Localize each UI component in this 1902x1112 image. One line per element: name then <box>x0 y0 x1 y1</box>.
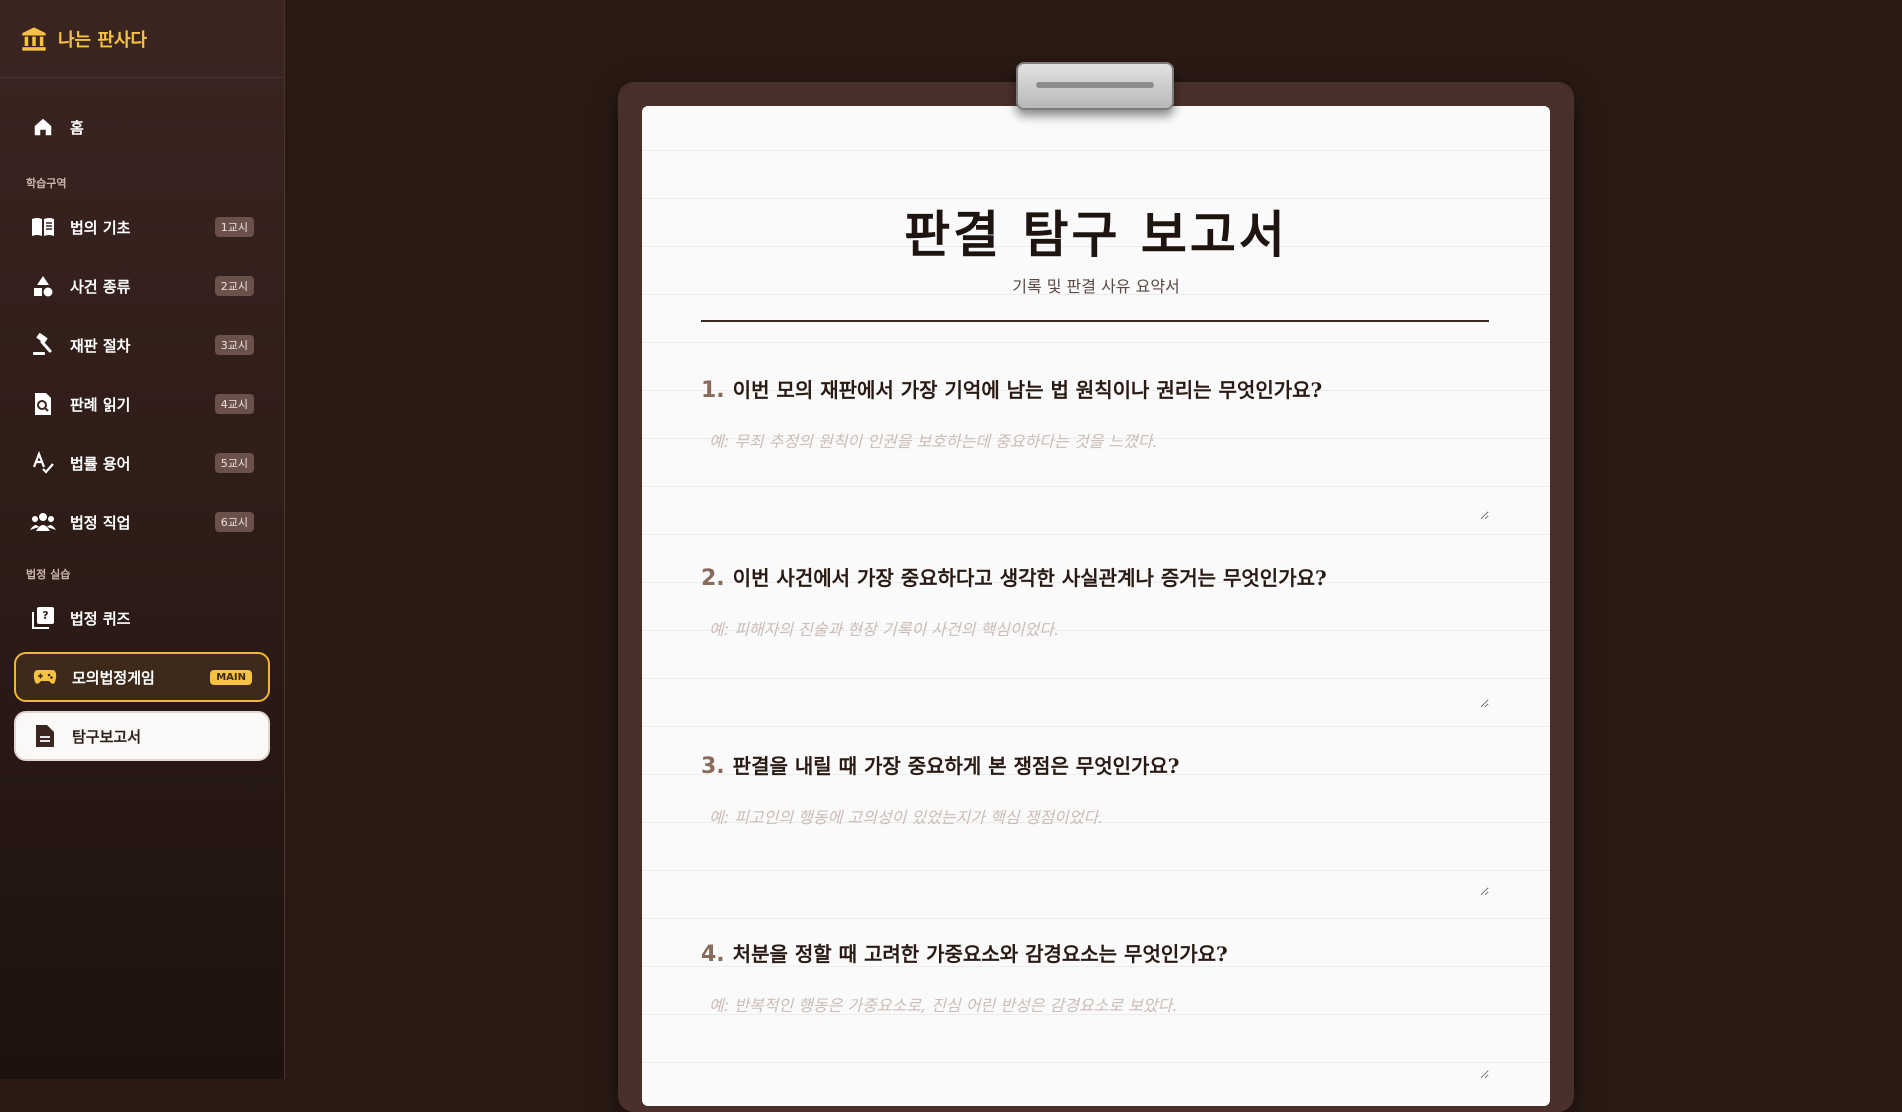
sidebar-item-mock-trial-game[interactable]: 모의법정게임 MAIN <box>14 652 270 702</box>
lesson-badge: 3교시 <box>214 335 254 355</box>
question-text: 이번 사건에서 가장 중요하다고 생각한 사실관계나 증거는 무엇인가요? <box>732 566 1327 590</box>
question-number: 1. <box>701 378 725 403</box>
sidebar: 나는 판사다 홈 학습구역 법의 기초 1교시 사건 종류 2교시 재판 절차 … <box>0 0 285 1079</box>
sidebar-item-trial-procedure[interactable]: 재판 절차 3교시 <box>14 320 270 370</box>
question-number: 2. <box>701 566 725 591</box>
sidebar-item-label: 탐구보고서 <box>72 727 142 746</box>
svg-text:?: ? <box>42 609 48 622</box>
sidebar-item-court-quiz[interactable]: ? 법정 퀴즈 <box>14 593 270 643</box>
question-4: 4. 처분을 정할 때 고려한 가중요소와 감경요소는 무엇인가요? <box>701 938 1489 967</box>
sidebar-item-label: 법의 기초 <box>70 218 131 237</box>
sidebar-item-label: 판례 읽기 <box>70 395 131 414</box>
bank-icon <box>22 26 46 51</box>
lesson-badge: 2교시 <box>214 276 254 296</box>
answer-field-2[interactable] <box>701 608 1489 708</box>
sidebar-item-label: 홈 <box>70 118 84 137</box>
people-icon <box>30 509 56 535</box>
sidebar-item-court-jobs[interactable]: 법정 직업 6교시 <box>14 497 270 547</box>
brand[interactable]: 나는 판사다 <box>0 0 284 78</box>
gamepad-icon <box>32 664 58 690</box>
sidebar-item-home[interactable]: 홈 <box>14 102 270 152</box>
sidebar-item-legal-terms[interactable]: 법률 용어 5교시 <box>14 438 270 488</box>
question-3: 3. 판결을 내릴 때 가장 중요하게 본 쟁점은 무엇인가요? <box>701 750 1489 779</box>
lesson-badge: 5교시 <box>214 453 254 473</box>
sidebar-item-label: 재판 절차 <box>70 336 131 355</box>
quiz-icon: ? <box>30 605 56 631</box>
question-text: 처분을 정할 때 고려한 가중요소와 감경요소는 무엇인가요? <box>732 942 1228 966</box>
answer-field-3[interactable] <box>701 796 1489 896</box>
document-icon <box>32 723 58 749</box>
lesson-badge: 6교시 <box>214 512 254 532</box>
sidebar-item-inquiry-report[interactable]: 탐구보고서 <box>14 711 270 761</box>
sidebar-item-label: 모의법정게임 <box>72 668 155 687</box>
question-text: 판결을 내릴 때 가장 중요하게 본 쟁점은 무엇인가요? <box>732 754 1180 778</box>
shapes-icon <box>30 273 56 299</box>
sidebar-item-label: 사건 종류 <box>70 277 131 296</box>
answer-field-4[interactable] <box>701 984 1489 1079</box>
spellcheck-icon <box>30 450 56 476</box>
sidebar-item-read-precedent[interactable]: 판례 읽기 4교시 <box>14 379 270 429</box>
section-label-study: 학습구역 <box>26 177 67 190</box>
sidebar-item-label: 법률 용어 <box>70 454 131 473</box>
question-number: 3. <box>701 754 725 779</box>
answer-field-1[interactable] <box>701 420 1489 520</box>
lesson-badge: 4교시 <box>214 394 254 414</box>
sidebar-item-law-basics[interactable]: 법의 기초 1교시 <box>14 202 270 252</box>
title-divider <box>701 320 1489 322</box>
question-text: 이번 모의 재판에서 가장 기억에 남는 법 원칙이나 권리는 무엇인가요? <box>732 378 1323 402</box>
brand-title: 나는 판사다 <box>58 29 148 51</box>
search-doc-icon <box>30 391 56 417</box>
report-subtitle: 기록 및 판결 사유 요약서 <box>1012 277 1180 296</box>
question-1: 1. 이번 모의 재판에서 가장 기억에 남는 법 원칙이나 권리는 무엇인가요? <box>701 374 1489 403</box>
report-title: 판결 탐구 보고서 <box>904 205 1288 264</box>
question-number: 4. <box>701 942 725 967</box>
main-badge: MAIN <box>210 669 252 685</box>
clip-slot <box>1036 82 1154 88</box>
lesson-badge: 1교시 <box>214 217 254 237</box>
home-icon <box>30 114 56 140</box>
clipboard-clip <box>1016 62 1174 110</box>
sidebar-item-label: 법정 직업 <box>70 513 131 532</box>
question-2: 2. 이번 사건에서 가장 중요하다고 생각한 사실관계나 증거는 무엇인가요? <box>701 562 1489 591</box>
section-label-practice: 법정 실습 <box>26 568 71 581</box>
sidebar-item-label: 법정 퀴즈 <box>70 609 131 628</box>
gavel-icon <box>30 332 56 358</box>
sidebar-item-case-types[interactable]: 사건 종류 2교시 <box>14 261 270 311</box>
book-icon <box>30 214 56 240</box>
